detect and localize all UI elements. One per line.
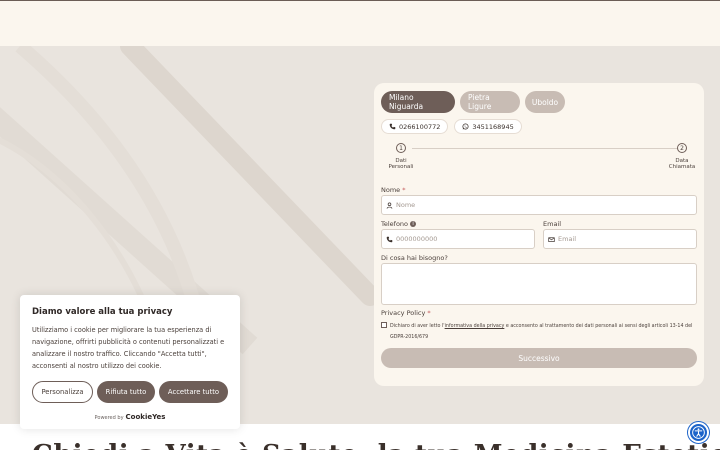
phone-icon [386,236,393,242]
phone-link[interactable]: 0266100772 [381,119,449,134]
stepper-line [412,148,682,149]
customize-cookies-button[interactable]: Personalizza [32,381,93,403]
email-icon [548,236,555,242]
accessibility-icon [692,426,705,439]
whatsapp-link[interactable]: 3451168945 [454,119,522,134]
privacy-checkbox[interactable] [381,322,387,328]
cookie-banner: Diamo valore alla tua privacy Utilizziam… [20,295,240,429]
step-2-indicator: 2 [677,143,687,153]
cookie-actions: Personalizza Rifiuta tutto Accettare tut… [32,381,228,403]
location-tabs: Milano Niguarda Pietra Ligure Uboldo [381,91,565,113]
phone-placeholder: 0000000000 [396,235,438,243]
accept-all-button[interactable]: Accettare tutto [159,381,228,403]
whatsapp-icon [462,123,469,130]
privacy-consent: Dichiaro di aver letto l'informativa del… [381,321,697,343]
phone-input[interactable]: 0000000000 [381,229,535,249]
next-button[interactable]: Successivo [381,348,697,368]
top-header-bar [0,0,720,46]
email-placeholder: Email [558,235,577,243]
name-label: Nome * [381,186,406,194]
need-label: Di cosa hai bisogno? [381,254,448,262]
tab-milano-niguarda[interactable]: Milano Niguarda [381,91,455,113]
privacy-consent-text: Dichiaro di aver letto l'informativa del… [390,324,693,340]
phone-label: Telefono i [381,220,417,228]
whatsapp-number: 3451168945 [472,122,514,131]
cookie-title: Diamo valore alla tua privacy [32,307,173,317]
step-1-label: Dati Personali [388,158,414,170]
cookieyes-logo[interactable]: CookieYes [126,413,166,421]
name-input[interactable]: Nome [381,195,697,215]
phone-icon [389,123,396,130]
form-stepper: 1 Dati Personali 2 Data Chiamata [381,143,697,173]
phone-contacts: 0266100772 3451168945 [381,119,522,134]
reject-all-button[interactable]: Rifiuta tutto [97,381,155,403]
phone-number: 0266100772 [399,122,441,131]
booking-form-card: Milano Niguarda Pietra Ligure Uboldo 026… [374,83,704,386]
accessibility-button[interactable] [688,422,709,443]
privacy-link[interactable]: informativa della privacy [445,324,505,329]
email-input[interactable]: Email [543,229,697,249]
info-icon[interactable]: i [410,221,417,227]
step-1-indicator: 1 [396,143,406,153]
user-icon [386,201,393,209]
tab-pietra-ligure[interactable]: Pietra Ligure [460,91,520,113]
email-label: Email [543,220,562,228]
tab-uboldo[interactable]: Uboldo [525,91,565,113]
privacy-policy-label: Privacy Policy * [381,309,431,317]
page-heading: Chiedi a Vita è Salute: la tua Medicina … [32,440,720,450]
cookie-description: Utilizziamo i cookie per migliorare la t… [32,326,225,370]
need-textarea[interactable] [381,263,697,305]
name-placeholder: Nome [396,201,416,209]
powered-by: Powered by CookieYes [94,413,166,421]
step-2-label: Data Chiamata [668,158,696,170]
